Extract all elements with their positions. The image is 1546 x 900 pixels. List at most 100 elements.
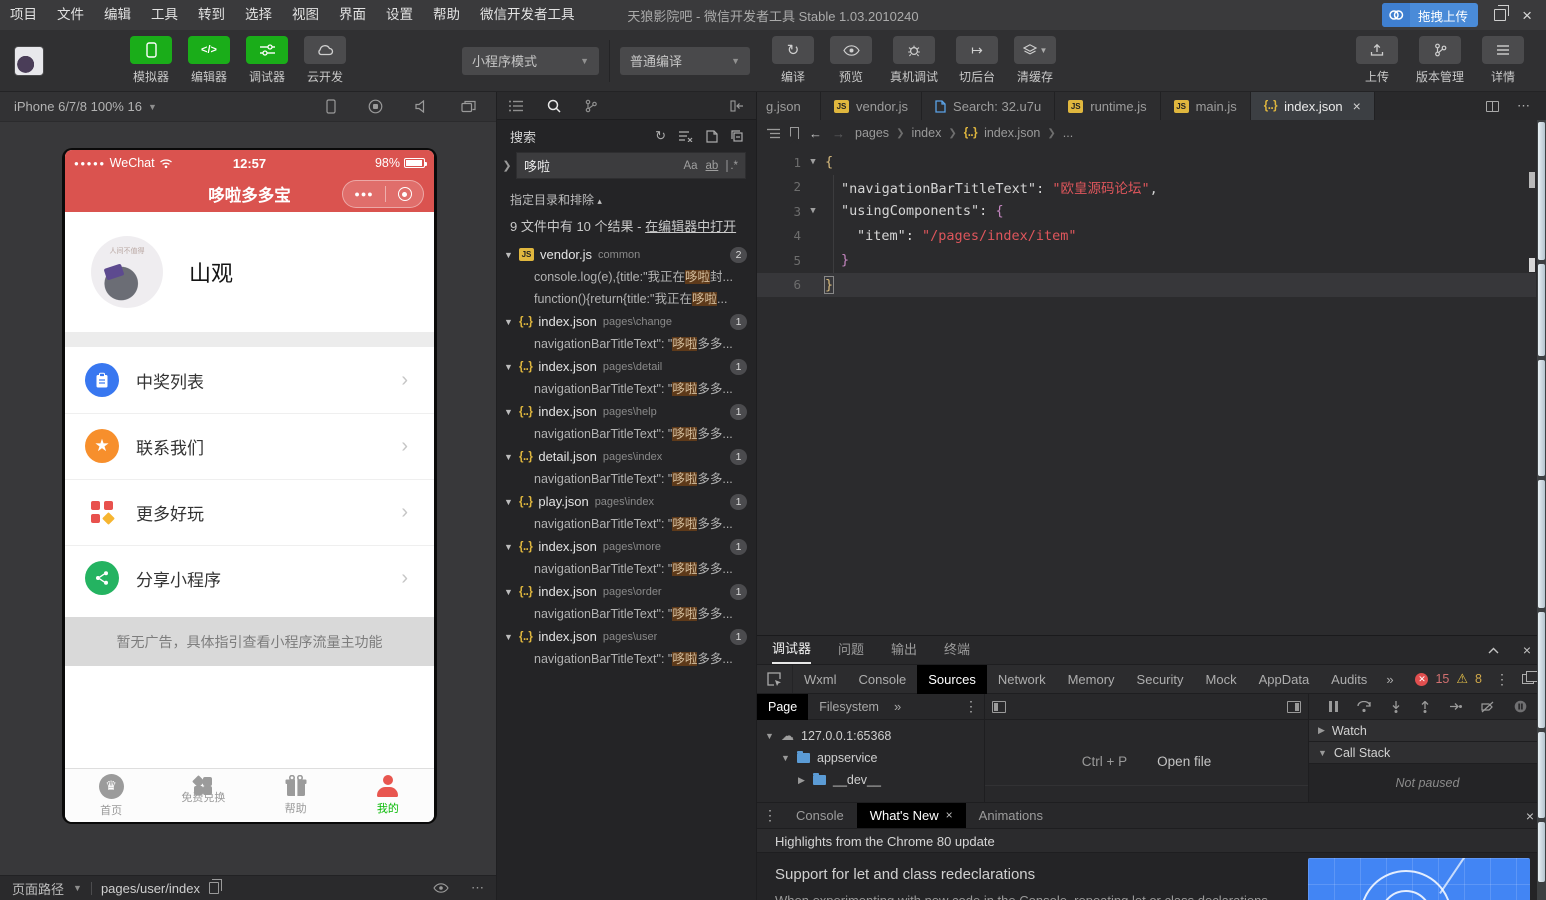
tab-free-exchange[interactable]: 免费兑换 bbox=[157, 769, 249, 822]
result-match-row[interactable]: navigationBarTitleText": "哆啦多多... bbox=[497, 378, 756, 400]
copy-icon[interactable] bbox=[209, 882, 219, 894]
panel-menu-icon[interactable]: ⋮ bbox=[958, 698, 984, 715]
step-into-icon[interactable] bbox=[1391, 701, 1401, 713]
search-input[interactable]: 哆啦 Aa ab .* bbox=[516, 152, 746, 179]
close-icon[interactable]: × bbox=[1523, 642, 1531, 658]
result-match-row[interactable]: navigationBarTitleText": "哆啦多多... bbox=[497, 513, 756, 535]
project-avatar[interactable] bbox=[14, 46, 44, 76]
error-count[interactable]: 15 bbox=[1435, 672, 1449, 686]
tree-node-host[interactable]: ▼ ☁ 127.0.0.1:65368 bbox=[757, 725, 984, 747]
new-search-editor-icon[interactable] bbox=[706, 130, 718, 143]
open-in-editor-link[interactable]: 在编辑器中打开 bbox=[645, 219, 736, 234]
result-match-row[interactable]: navigationBarTitleText": "哆啦多多... bbox=[497, 333, 756, 355]
call-stack-section[interactable]: ▼ Call Stack bbox=[1309, 742, 1546, 764]
chevron-down-icon[interactable]: ▼ bbox=[504, 250, 513, 260]
result-match-row[interactable]: navigationBarTitleText": "哆啦多多... bbox=[497, 648, 756, 670]
outline-icon[interactable] bbox=[767, 128, 780, 139]
window-scrollbar[interactable] bbox=[1537, 120, 1546, 900]
tab-runtime-js[interactable]: JS runtime.js bbox=[1055, 92, 1160, 120]
menu-devtools[interactable]: 微信开发者工具 bbox=[470, 0, 585, 30]
undock-icon[interactable] bbox=[1522, 674, 1534, 684]
window-close-button[interactable]: × bbox=[1522, 7, 1532, 24]
result-match-row[interactable]: console.log(e),{title:"我正在哆啦封... bbox=[497, 266, 756, 288]
match-case-icon[interactable]: Aa bbox=[683, 160, 697, 172]
remote-debug-button[interactable]: 真机调试 bbox=[883, 36, 945, 85]
tab-problems[interactable]: 问题 bbox=[838, 637, 864, 663]
menu-select[interactable]: 选择 bbox=[235, 0, 282, 30]
compile-mode-select[interactable]: 普通编译 ▼ bbox=[620, 47, 750, 75]
menu-interface[interactable]: 界面 bbox=[329, 0, 376, 30]
debugger-toggle[interactable]: 调试器 bbox=[241, 36, 293, 85]
menu-project[interactable]: 项目 bbox=[0, 0, 47, 30]
clear-results-icon[interactable] bbox=[679, 130, 693, 142]
device-select[interactable]: iPhone 6/7/8 100% 16 bbox=[14, 99, 142, 114]
drawer-tab-console[interactable]: Console bbox=[783, 803, 857, 828]
tab-terminal[interactable]: 终端 bbox=[944, 637, 970, 663]
upload-button[interactable]: 上传 bbox=[1351, 36, 1403, 85]
hide-navigator-icon[interactable] bbox=[992, 701, 1006, 713]
drawer-tab-animations[interactable]: Animations bbox=[966, 803, 1056, 828]
compile-button[interactable]: ↻ 编译 bbox=[767, 36, 819, 85]
result-file-row[interactable]: ▼ {..} index.json pages\help 1 bbox=[497, 400, 756, 423]
result-file-row[interactable]: ▼ {..} index.json pages\user 1 bbox=[497, 625, 756, 648]
more-actions-icon[interactable]: ⋯ bbox=[1517, 98, 1530, 114]
open-file-link[interactable]: Open file bbox=[1157, 754, 1211, 769]
chrome-update-image[interactable] bbox=[1308, 858, 1530, 900]
step-over-icon[interactable] bbox=[1357, 701, 1371, 712]
tab-home[interactable]: ♛ 首页 bbox=[65, 769, 157, 822]
multi-window-icon[interactable] bbox=[461, 100, 476, 113]
devtools-tab-audits[interactable]: Audits bbox=[1320, 665, 1378, 694]
devtools-tab-console[interactable]: Console bbox=[848, 665, 918, 694]
result-match-row[interactable]: navigationBarTitleText": "哆啦多多... bbox=[497, 423, 756, 445]
devtools-tab-appdata[interactable]: AppData bbox=[1248, 665, 1321, 694]
switch-background-button[interactable]: ↦ 切后台 bbox=[951, 36, 1003, 85]
version-manage-button[interactable]: 版本管理 bbox=[1409, 36, 1471, 85]
fold-icon[interactable]: ▼ bbox=[801, 206, 825, 216]
tab-debugger[interactable]: 调试器 bbox=[772, 636, 811, 664]
collapse-panel-icon[interactable] bbox=[730, 100, 744, 112]
chevron-down-icon[interactable]: ▼ bbox=[504, 317, 513, 327]
result-file-row[interactable]: ▼ {..} index.json pages\more 1 bbox=[497, 535, 756, 558]
result-match-row[interactable]: navigationBarTitleText": "哆啦多多... bbox=[497, 468, 756, 490]
page-path-select[interactable]: 页面路径 bbox=[12, 879, 64, 898]
tab-g-json[interactable]: g.json bbox=[757, 92, 821, 120]
fold-icon[interactable]: ▼ bbox=[801, 157, 825, 167]
collapse-all-icon[interactable] bbox=[731, 130, 743, 142]
cloud-dev-button[interactable]: 云开发 bbox=[299, 36, 351, 85]
breadcrumb-index[interactable]: index bbox=[911, 126, 941, 140]
mute-icon[interactable] bbox=[415, 100, 429, 113]
drawer-menu-icon[interactable]: ⋮ bbox=[757, 807, 783, 824]
menu-file[interactable]: 文件 bbox=[47, 0, 94, 30]
devtools-tab-wxml[interactable]: Wxml bbox=[793, 665, 848, 694]
menu-item-more-fun[interactable]: 更多好玩 › bbox=[65, 479, 434, 545]
step-out-icon[interactable] bbox=[1420, 701, 1430, 713]
chevron-down-icon[interactable]: ▼ bbox=[504, 542, 513, 552]
nav-forward-icon[interactable]: → bbox=[832, 126, 845, 141]
more-tabs-icon[interactable]: » bbox=[1378, 672, 1401, 687]
menu-item-prize-list[interactable]: 中奖列表 › bbox=[65, 347, 434, 413]
devtools-tab-mock[interactable]: Mock bbox=[1195, 665, 1248, 694]
devtools-tab-memory[interactable]: Memory bbox=[1057, 665, 1126, 694]
regex-icon[interactable]: .* bbox=[726, 160, 738, 172]
menu-settings[interactable]: 设置 bbox=[376, 0, 423, 30]
close-icon[interactable]: × bbox=[1353, 98, 1361, 114]
preview-button[interactable]: 预览 bbox=[825, 36, 877, 85]
avatar[interactable]: 人间不值得 bbox=[91, 236, 163, 308]
tab-search-editor[interactable]: Search: 32.u7u bbox=[922, 92, 1055, 120]
result-match-row[interactable]: navigationBarTitleText": "哆啦多多... bbox=[497, 603, 756, 625]
tree-node-appservice[interactable]: ▼ appservice bbox=[757, 747, 984, 769]
result-file-row[interactable]: ▼ {..} index.json pages\detail 1 bbox=[497, 355, 756, 378]
breadcrumb-pages[interactable]: pages bbox=[855, 126, 889, 140]
drag-upload-button[interactable]: 拖拽上传 bbox=[1382, 3, 1478, 27]
menu-item-share[interactable]: 分享小程序 › bbox=[65, 545, 434, 611]
chevron-down-icon[interactable]: ▼ bbox=[504, 497, 513, 507]
watch-section[interactable]: ▶ Watch bbox=[1309, 720, 1546, 742]
result-file-row[interactable]: ▼ {..} detail.json pages\index 1 bbox=[497, 445, 756, 468]
expand-replace-icon[interactable]: ❯ bbox=[501, 159, 513, 172]
menu-goto[interactable]: 转到 bbox=[188, 0, 235, 30]
warning-icon[interactable]: ⚠ bbox=[1456, 671, 1468, 687]
bookmark-icon[interactable] bbox=[790, 127, 799, 139]
editor-toggle[interactable]: </> 编辑器 bbox=[183, 36, 235, 85]
chevron-down-icon[interactable]: ▼ bbox=[504, 362, 513, 372]
inspect-element-icon[interactable] bbox=[757, 665, 793, 693]
